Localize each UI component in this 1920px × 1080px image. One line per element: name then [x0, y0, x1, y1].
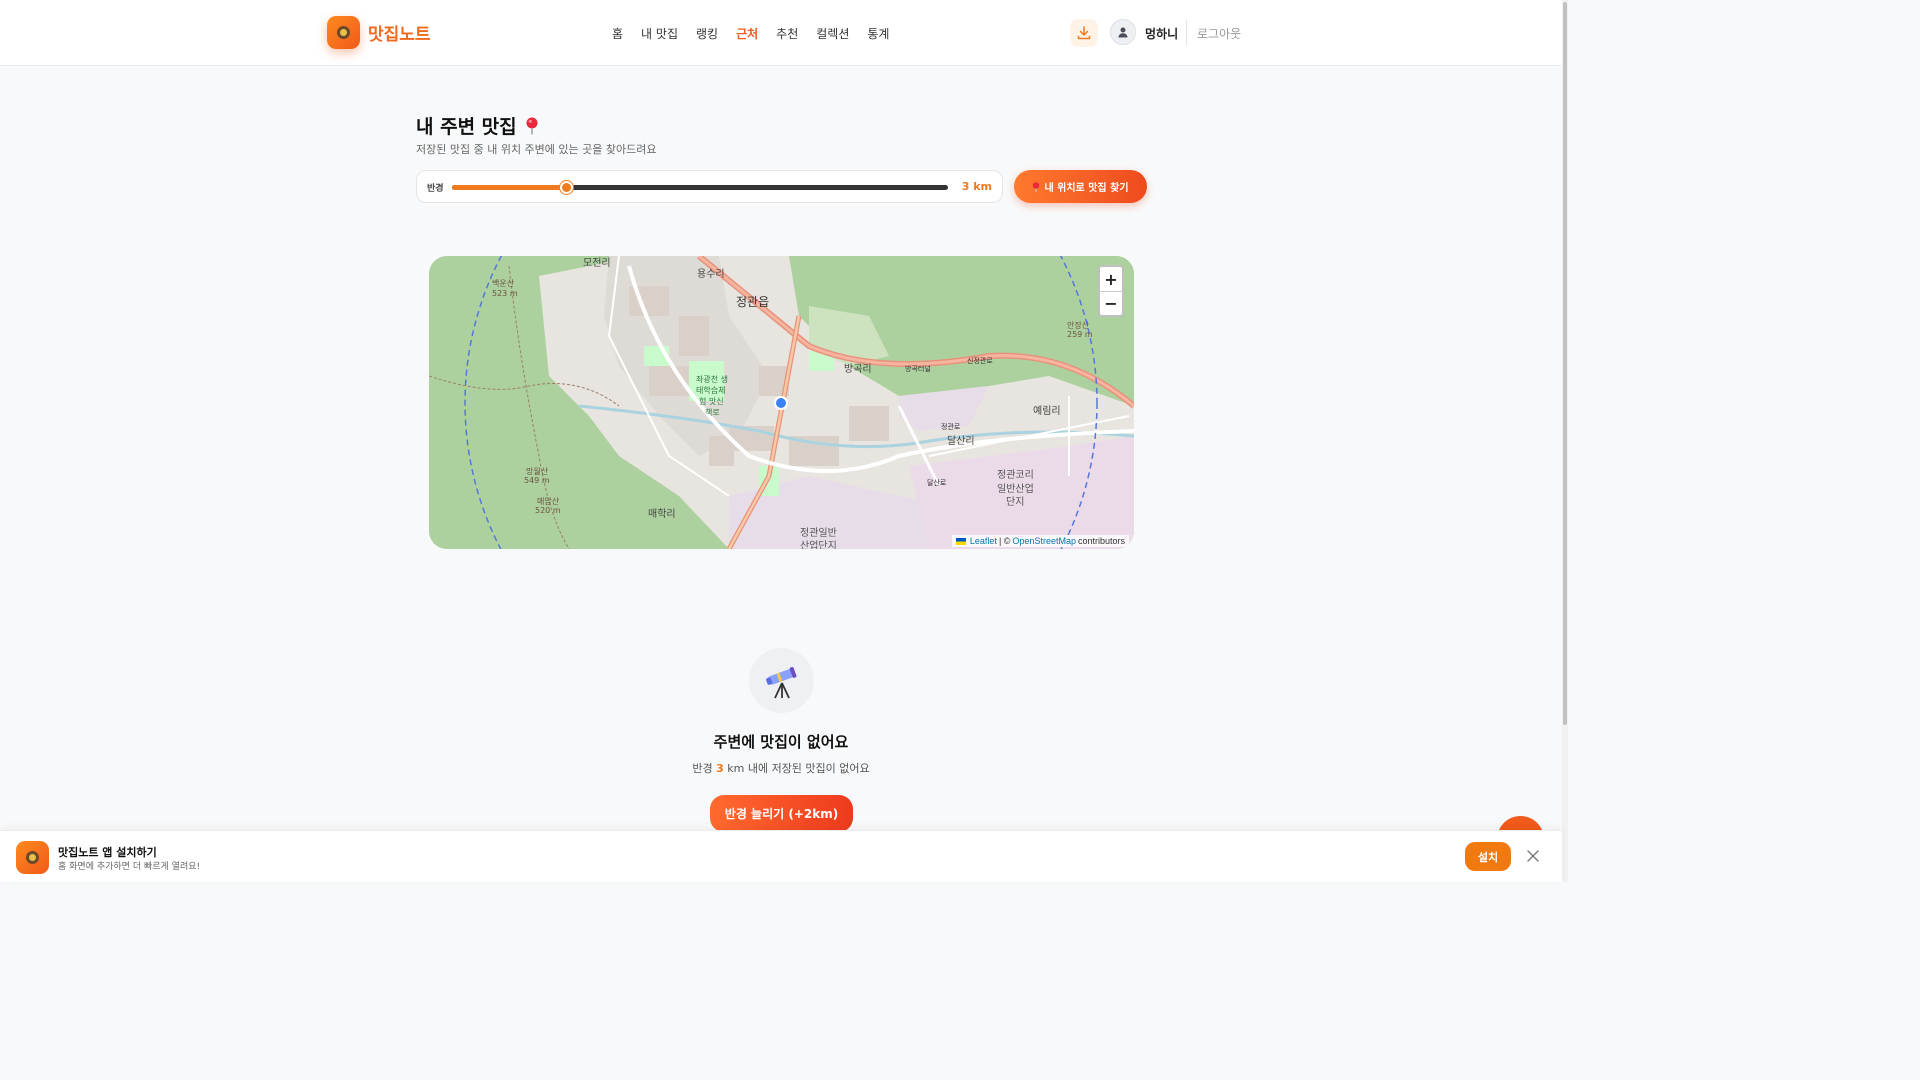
download-icon — [1077, 26, 1091, 40]
map-label-peak: 520 m — [535, 506, 561, 515]
map-road-label: 신정관로 — [967, 357, 993, 365]
install-title: 맛집노트 앱 설치하기 — [58, 846, 157, 859]
nav-stats[interactable]: 통계 — [867, 25, 889, 42]
map-label-peak: 549 m — [524, 476, 550, 485]
nav-nearby[interactable]: 근처 — [736, 25, 758, 42]
telescope-icon — [749, 648, 814, 713]
install-subtitle: 홈 화면에 추가하면 더 빠르게 열려요! — [58, 862, 201, 872]
nav-my-places[interactable]: 내 맛집 — [641, 25, 678, 42]
radius-label: 반경 — [427, 184, 444, 194]
empty-sub-suffix: km 내에 저장된 맛집이 없어요 — [727, 762, 870, 775]
osm-link[interactable]: OpenStreetMap — [1012, 536, 1076, 546]
map-label: 단지 — [1006, 497, 1025, 508]
radius-value: 3 km — [961, 180, 992, 193]
zoom-in-button[interactable]: + — [1100, 267, 1122, 291]
find-button-label: 내 위치로 맛집 찾기 — [1044, 183, 1129, 194]
install-button[interactable]: 설치 — [1465, 842, 1511, 871]
empty-sub-radius: 3 — [716, 762, 724, 775]
map-label: 산업단지 — [800, 541, 837, 549]
map-label-peak: 523 m — [492, 289, 518, 298]
page-subtitle: 저장된 맛집 중 내 위치 주변에 있는 곳을 찾아드려요 — [416, 143, 657, 156]
map-road-label: 달산로 — [927, 479, 947, 487]
map-label: 방곡리 — [844, 364, 872, 375]
avatar[interactable] — [1110, 19, 1136, 45]
radius-slider-fill — [452, 185, 567, 190]
app-icon — [16, 841, 49, 874]
map-road-label: 정관로 — [941, 423, 961, 431]
map-label-town: 정관읍 — [736, 295, 770, 309]
find-by-location-button[interactable]: 내 위치로 맛집 찾기 — [1014, 170, 1147, 203]
brand-name: 맛집노트 — [368, 25, 431, 45]
page-title-text: 내 주변 맛집 — [416, 116, 517, 138]
map-label: 책로 — [705, 408, 720, 417]
nav-home[interactable]: 홈 — [612, 25, 623, 42]
user-icon — [1118, 27, 1128, 38]
map-road-label: 방곡터널 — [905, 365, 931, 373]
logo-icon — [327, 16, 360, 49]
install-banner: 맛집노트 앱 설치하기 홈 화면에 추가하면 더 빠르게 열려요! 설치 — [0, 830, 1562, 882]
download-button[interactable] — [1070, 19, 1098, 47]
map-zoom-control: + − — [1098, 265, 1124, 317]
empty-sub-prefix: 반경 — [692, 762, 713, 775]
header: 맛집노트 홈 내 맛집 랭킹 근처 추천 컬렉션 통계 멍하니 로그아웃 — [0, 0, 1562, 66]
attribution-tail: contributors — [1077, 536, 1125, 546]
map-label: 태학습체 — [696, 386, 726, 395]
pin-icon — [526, 117, 538, 134]
nav-collection[interactable]: 컬렉션 — [816, 25, 849, 42]
scrollbar[interactable] — [1562, 0, 1568, 882]
map-label-peak: 259 m — [1067, 330, 1093, 339]
map-attribution: Leaflet | © OpenStreetMap contributors — [951, 535, 1129, 547]
empty-state-title: 주변에 맛집이 없어요 — [713, 733, 849, 751]
scrollbar-thumb[interactable] — [1563, 2, 1567, 725]
close-icon[interactable] — [1526, 849, 1540, 863]
nav-recommend[interactable]: 추천 — [776, 25, 798, 42]
radius-slider[interactable] — [452, 181, 948, 194]
map-label: 달산리 — [947, 436, 975, 447]
map[interactable]: 정관읍 모전리 용수리 방곡리 예림리 달산리 매학리 정관일반 산업단지 정관… — [429, 256, 1134, 549]
radius-slider-thumb[interactable] — [560, 181, 574, 194]
leaflet-link[interactable]: Leaflet — [970, 536, 997, 546]
map-label: 용수리 — [697, 269, 725, 280]
map-label: 정관코리 — [997, 470, 1034, 481]
zoom-out-button[interactable]: − — [1100, 291, 1122, 315]
map-label-peak: 백운산 — [492, 279, 515, 288]
map-label: 예림리 — [1033, 406, 1061, 417]
map-label: 좌광천 생 — [696, 375, 728, 384]
nav-ranking[interactable]: 랭킹 — [696, 25, 718, 42]
main-nav: 홈 내 맛집 랭킹 근처 추천 컬렉션 통계 — [612, 25, 907, 42]
radius-control: 반경 3 km — [416, 170, 1003, 203]
empty-state-subtitle: 반경 3 km 내에 저장된 맛집이 없어요 — [0, 760, 1562, 776]
page-title: 내 주변 맛집 — [416, 112, 539, 139]
attribution-separator: | © — [998, 536, 1011, 546]
map-label: 험 맛신 — [699, 397, 724, 406]
map-label: 모전리 — [583, 258, 611, 269]
map-label: 매학리 — [648, 509, 676, 520]
username: 멍하니 — [1145, 27, 1179, 41]
logout-link[interactable]: 로그아웃 — [1197, 25, 1241, 42]
header-divider — [1186, 20, 1187, 45]
ukraine-flag-icon — [955, 537, 966, 545]
pin-icon — [1033, 181, 1040, 192]
expand-radius-button[interactable]: 반경 늘리기 (+2km) — [710, 795, 853, 832]
brand-logo[interactable]: 맛집노트 — [327, 16, 431, 49]
